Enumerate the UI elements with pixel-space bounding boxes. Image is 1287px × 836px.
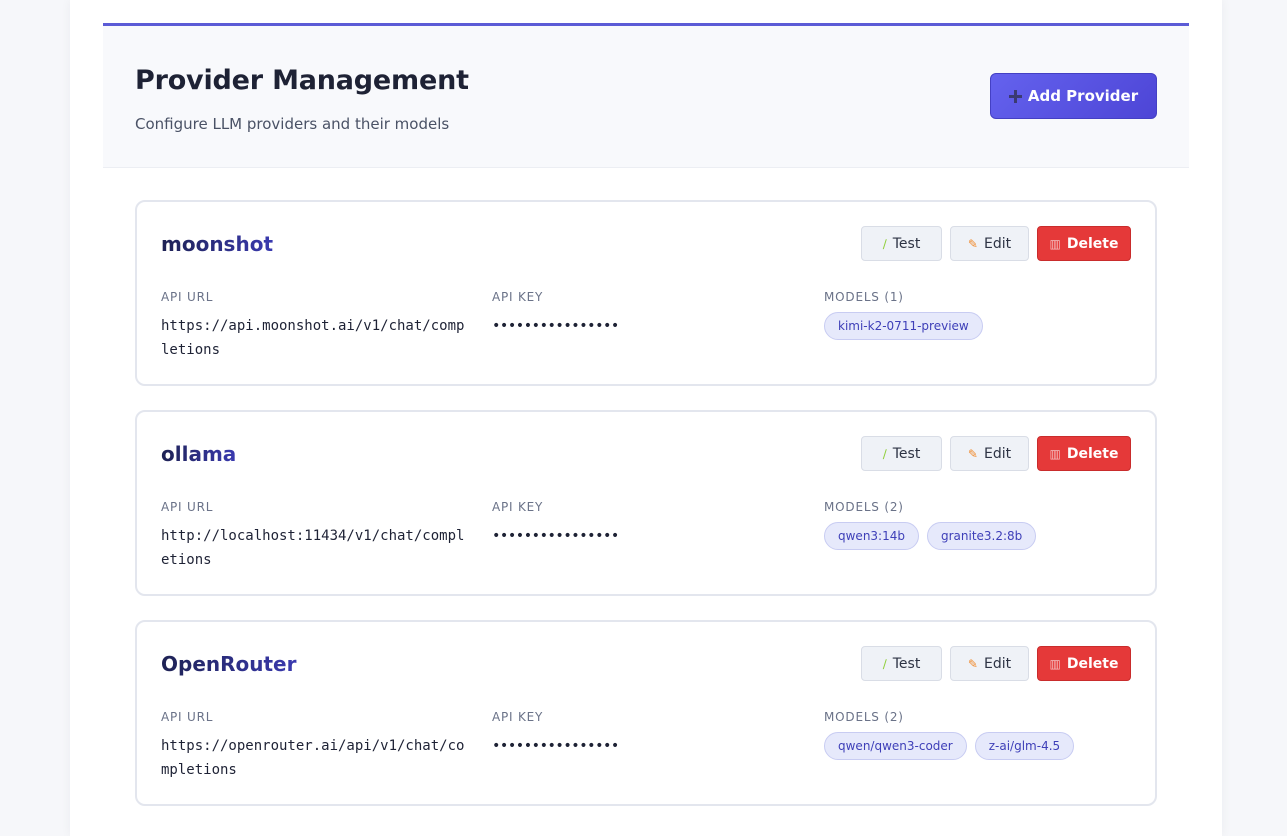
api-url-section: API URL https://api.moonshot.ai/v1/chat/… [161,290,471,362]
test-label: Test [892,445,921,462]
api-key-section: API KEY •••••••••••••••• [492,500,792,548]
provider-actions: ∕ Test ✎ Edit ▥ Delete [861,436,1131,471]
models-section: MODELS (2) qwen3:14b granite3.2:8b [824,500,1144,550]
models-section: MODELS (2) qwen/qwen3-coder z-ai/glm-4.5 [824,710,1144,760]
main-panel: Provider Management Configure LLM provid… [70,0,1222,836]
api-key-section: API KEY •••••••••••••••• [492,290,792,338]
trash-icon: ▥ [1049,236,1061,251]
api-url-value: http://localhost:11434/v1/chat/completio… [161,528,465,568]
api-key-value: •••••••••••••••• [492,318,619,334]
edit-label: Edit [983,445,1012,462]
pencil-icon: ✎ [967,236,978,251]
provider-actions: ∕ Test ✎ Edit ▥ Delete [861,646,1131,681]
models-section: MODELS (1) kimi-k2-0711-preview [824,290,1144,340]
page-header: Provider Management Configure LLM provid… [103,23,1189,168]
edit-button[interactable]: ✎ Edit [950,436,1029,471]
model-chip[interactable]: qwen/qwen3-coder [824,732,967,760]
delete-label: Delete [1066,655,1119,672]
edit-label: Edit [983,655,1012,672]
model-chip[interactable]: granite3.2:8b [926,522,1037,550]
api-url-label: API URL [161,290,214,304]
edit-button[interactable]: ✎ Edit [950,646,1029,681]
add-provider-button[interactable]: Add Provider [990,73,1157,119]
model-chip[interactable]: kimi-k2-0711-preview [824,312,983,340]
delete-label: Delete [1066,235,1119,252]
provider-card-ollama: ollama ∕ Test ✎ Edit ▥ Delete API URL ht… [135,410,1157,596]
api-key-label: API KEY [492,500,544,514]
delete-button[interactable]: ▥ Delete [1037,646,1131,681]
trash-icon: ▥ [1049,656,1061,671]
model-chip-list: qwen/qwen3-coder z-ai/glm-4.5 [824,732,1144,760]
delete-label: Delete [1066,445,1119,462]
test-tube-icon: ∕ [882,446,887,461]
api-key-value: •••••••••••••••• [492,528,619,544]
api-url-section: API URL http://localhost:11434/v1/chat/c… [161,500,471,572]
api-url-section: API URL https://openrouter.ai/api/v1/cha… [161,710,471,782]
models-label: MODELS (1) [824,290,904,304]
test-tube-icon: ∕ [882,236,887,251]
api-url-value: https://openrouter.ai/api/v1/chat/comple… [161,738,465,778]
models-label: MODELS (2) [824,710,904,724]
model-chip-list: kimi-k2-0711-preview [824,312,1144,340]
test-label: Test [892,655,921,672]
plus-icon [1008,89,1022,103]
provider-actions: ∕ Test ✎ Edit ▥ Delete [861,226,1131,261]
api-url-label: API URL [161,710,214,724]
test-button[interactable]: ∕ Test [861,436,942,471]
test-button[interactable]: ∕ Test [861,226,942,261]
model-chip[interactable]: z-ai/glm-4.5 [974,732,1075,760]
api-url-label: API URL [161,500,214,514]
model-chip-list: qwen3:14b granite3.2:8b [824,522,1144,550]
model-chip[interactable]: qwen3:14b [824,522,919,550]
edit-label: Edit [983,235,1012,252]
page-subtitle: Configure LLM providers and their models [135,115,450,133]
edit-button[interactable]: ✎ Edit [950,226,1029,261]
provider-name: ollama [161,442,237,466]
api-key-label: API KEY [492,710,544,724]
test-button[interactable]: ∕ Test [861,646,942,681]
pencil-icon: ✎ [967,446,978,461]
add-provider-label: Add Provider [1027,87,1139,105]
delete-button[interactable]: ▥ Delete [1037,436,1131,471]
api-key-section: API KEY •••••••••••••••• [492,710,792,758]
trash-icon: ▥ [1049,446,1061,461]
api-key-label: API KEY [492,290,544,304]
api-key-value: •••••••••••••••• [492,738,619,754]
page-title: Provider Management [135,65,469,96]
models-label: MODELS (2) [824,500,904,514]
provider-card-openrouter: OpenRouter ∕ Test ✎ Edit ▥ Delete API UR… [135,620,1157,806]
provider-card-moonshot: moonshot ∕ Test ✎ Edit ▥ Delete API URL … [135,200,1157,386]
api-url-value: https://api.moonshot.ai/v1/chat/completi… [161,318,465,358]
provider-name: OpenRouter [161,652,297,676]
provider-name: moonshot [161,232,274,256]
test-tube-icon: ∕ [882,656,887,671]
delete-button[interactable]: ▥ Delete [1037,226,1131,261]
pencil-icon: ✎ [967,656,978,671]
test-label: Test [892,235,921,252]
